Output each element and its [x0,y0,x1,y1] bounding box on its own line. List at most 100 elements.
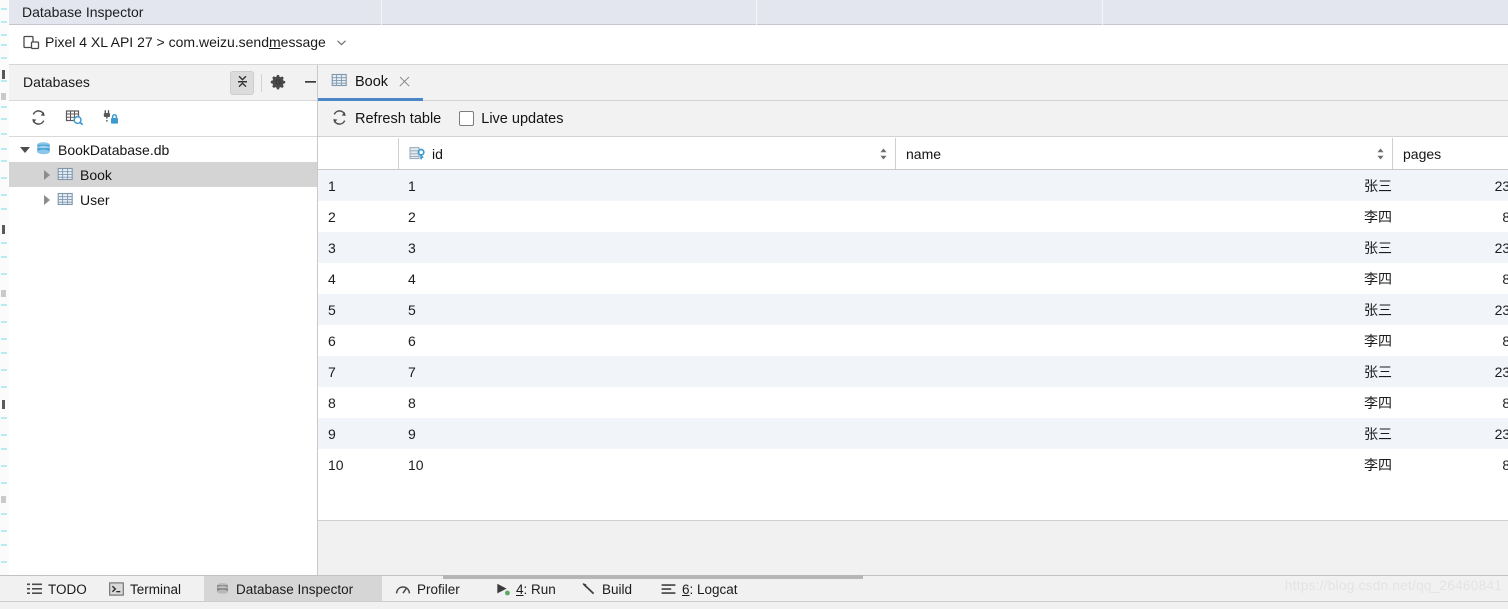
column-header-pages-label: pages [1403,145,1442,162]
editor-tab-book[interactable]: Book [318,65,424,101]
databases-panel: Databases BookDatabase.db Book User [9,65,318,575]
data-table-scroll-area[interactable]: id name pages 1 1 张三 23 2 2 李四 8 3 3 张三 … [318,138,1508,520]
pages-cell[interactable]: 234 [1392,418,1508,449]
window-tab-cell-1[interactable]: Database Inspector [9,0,382,25]
tree-node-book[interactable]: Book [9,162,317,187]
row-number-cell[interactable]: 6 [318,325,398,356]
horizontal-scrollbar-thumb[interactable] [443,575,863,579]
name-cell[interactable]: 张三 [895,232,1392,263]
pages-cell[interactable]: 234 [1392,294,1508,325]
name-cell[interactable]: 李四 [895,201,1392,232]
tool-window-button-label: Profiler [417,581,460,597]
live-updates-toggle[interactable]: Live updates [459,111,563,127]
window-tab-bar: Database Inspector [9,0,1508,25]
name-cell[interactable]: 张三 [895,169,1392,201]
id-cell[interactable]: 7 [398,356,895,387]
window-tab-cell-4[interactable] [1103,0,1508,25]
table-row[interactable]: 66李四80 [318,325,1508,356]
table-row[interactable]: 99张三234 [318,418,1508,449]
name-cell[interactable]: 李四 [895,263,1392,294]
name-cell[interactable]: 李四 [895,325,1392,356]
column-header-id-label: id [432,145,443,162]
pages-cell[interactable]: 234 [1392,169,1508,201]
id-cell[interactable]: 9 [398,418,895,449]
name-cell[interactable]: 张三 [895,356,1392,387]
column-header-rownum [318,138,398,170]
row-number-cell[interactable]: 8 [318,387,398,418]
editor-tab-strip: Book [318,65,1508,101]
table-search-icon [65,109,84,129]
pages-cell[interactable]: 80 [1392,449,1508,480]
table-panel-footer [318,520,1508,575]
pages-cell[interactable]: 80 [1392,325,1508,356]
table-row[interactable]: 33张三234 [318,232,1508,263]
tool-window-button-terminal[interactable]: Terminal [98,576,204,602]
pages-cell[interactable]: 80 [1392,263,1508,294]
sort-indicator-icon[interactable] [1376,147,1385,160]
row-number-cell[interactable]: 9 [318,418,398,449]
table-action-toolbar: Refresh table Live updates [318,101,1508,137]
tree-node-bookdatabase-db[interactable]: BookDatabase.db [9,137,317,162]
pages-cell[interactable]: 80 [1392,201,1508,232]
pages-cell[interactable]: 234 [1392,356,1508,387]
chevron-right-icon[interactable] [40,168,54,182]
name-cell[interactable]: 张三 [895,418,1392,449]
tool-window-button-todo[interactable]: TODO [16,576,98,602]
column-header-id[interactable]: id [398,138,895,170]
name-cell[interactable]: 张三 [895,294,1392,325]
database-icon [215,582,230,597]
column-header-name[interactable]: name [895,138,1392,170]
id-cell[interactable]: 10 [398,449,895,480]
table-row[interactable]: 55张三234 [318,294,1508,325]
tool-window-button-build[interactable]: Build [570,576,650,602]
pages-cell[interactable]: 80 [1392,387,1508,418]
terminal-icon [109,582,124,596]
id-cell[interactable]: 4 [398,263,895,294]
table-row[interactable]: 1010李四80 [318,449,1508,480]
row-number-cell[interactable]: 2 [318,201,398,232]
row-number-cell[interactable]: 10 [318,449,398,480]
table-row[interactable]: 11张三234 [318,169,1508,201]
settings-button[interactable] [266,71,290,95]
run-sql-query-button[interactable] [61,107,87,131]
id-cell[interactable]: 8 [398,387,895,418]
tool-window-button-profiler[interactable]: Profiler [384,576,484,602]
id-cell[interactable]: 1 [398,169,895,201]
collapse-all-button[interactable] [230,71,254,95]
table-row[interactable]: 44李四80 [318,263,1508,294]
id-cell[interactable]: 6 [398,325,895,356]
chevron-right-icon[interactable] [40,193,54,207]
window-tab-cell-3[interactable] [757,0,1103,25]
refresh-table-button[interactable]: Refresh table [331,109,441,129]
row-number-cell[interactable]: 3 [318,232,398,263]
column-header-pages[interactable]: pages [1392,138,1508,170]
device-process-selector[interactable]: Pixel 4 XL API 27 > com.weizu.sendmessag… [23,34,348,50]
sort-indicator-icon[interactable] [879,147,888,160]
table-row[interactable]: 77张三234 [318,356,1508,387]
keep-connection-open-button[interactable] [97,107,123,131]
close-icon[interactable] [398,75,411,88]
table-row[interactable]: 88李四80 [318,387,1508,418]
tree-node-user[interactable]: User [9,187,317,212]
table-icon [57,166,74,183]
live-updates-checkbox[interactable] [459,111,475,126]
refresh-schema-button[interactable] [25,107,51,131]
id-cell[interactable]: 5 [398,294,895,325]
name-cell[interactable]: 李四 [895,449,1392,480]
row-number-cell[interactable]: 1 [318,169,398,201]
tool-window-button-database-inspector[interactable]: Database Inspector [204,576,382,602]
row-number-cell[interactable]: 5 [318,294,398,325]
chevron-down-icon[interactable] [18,143,32,157]
tree-node-label: BookDatabase.db [58,141,170,158]
id-cell[interactable]: 3 [398,232,895,263]
tool-window-button-4-run[interactable]: 4: Run [484,576,570,602]
tool-window-button-6-logcat[interactable]: 6: Logcat [650,576,760,602]
window-tab-cell-2[interactable] [382,0,757,25]
name-cell[interactable]: 李四 [895,387,1392,418]
pages-cell[interactable]: 234 [1392,232,1508,263]
id-cell[interactable]: 2 [398,201,895,232]
row-number-cell[interactable]: 7 [318,356,398,387]
table-row[interactable]: 22李四80 [318,201,1508,232]
todo-icon [27,582,42,596]
row-number-cell[interactable]: 4 [318,263,398,294]
